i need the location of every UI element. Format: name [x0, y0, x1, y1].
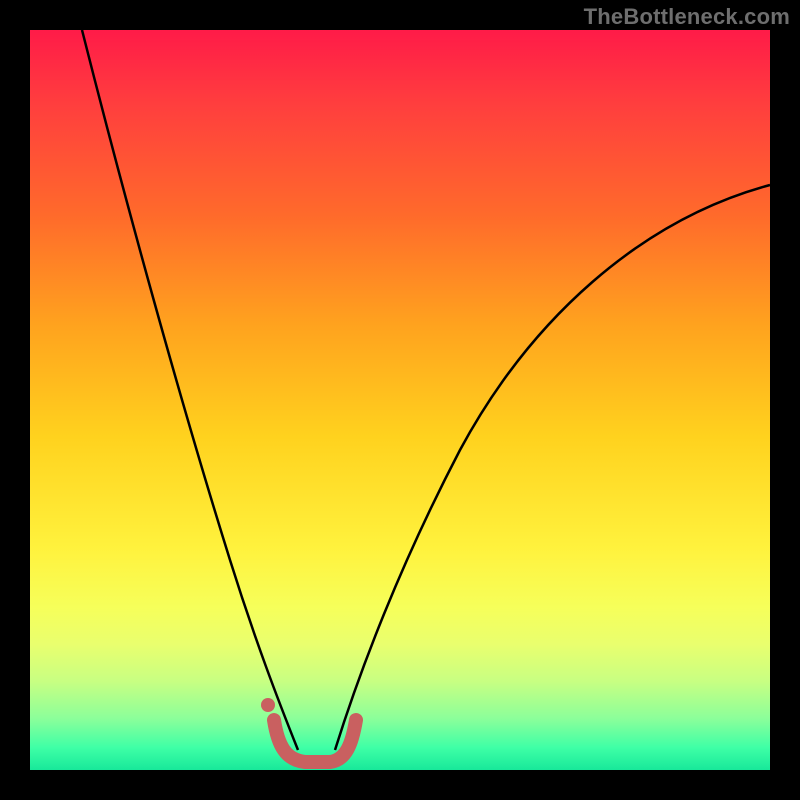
- curve-svg: [30, 30, 770, 770]
- marker-dot: [261, 698, 275, 712]
- right-curve: [335, 185, 770, 750]
- chart-frame: TheBottleneck.com: [0, 0, 800, 800]
- plot-area: [30, 30, 770, 770]
- watermark-text: TheBottleneck.com: [584, 4, 790, 30]
- left-curve: [82, 30, 298, 750]
